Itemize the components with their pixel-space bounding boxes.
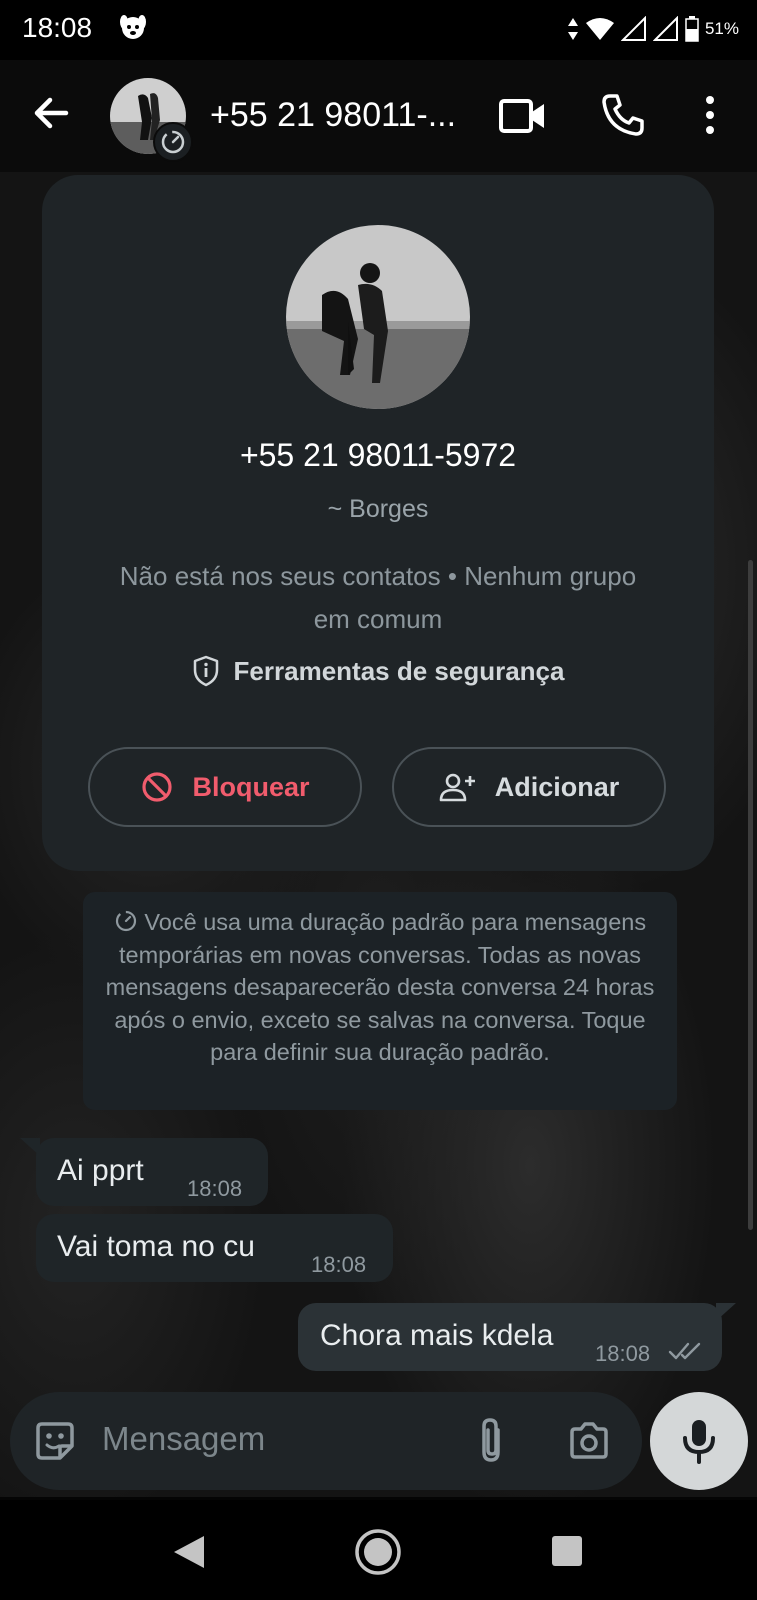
safety-tools-label: Ferramentas de segurança [233, 655, 565, 686]
message-text: Vai toma no cu [57, 1230, 255, 1263]
bubble-tail [20, 1138, 40, 1156]
add-label: Adicionar [494, 771, 620, 802]
microphone-icon [683, 1420, 715, 1464]
contact-profile-photo[interactable] [286, 225, 470, 409]
data-arrows-icon [567, 18, 578, 40]
message-bubble-incoming[interactable]: Vai toma no cu 18:08 [36, 1214, 393, 1282]
bubble-tail [716, 1303, 736, 1321]
notice-text: Você usa uma duração padrão para mensage… [105, 909, 655, 1065]
contact-phone-number: +55 21 98011-5972 [239, 437, 517, 473]
shield-info-icon [193, 655, 218, 687]
nav-back-icon[interactable] [172, 1534, 206, 1570]
status-icons: 51% [567, 14, 739, 44]
block-button[interactable]: Bloquear [88, 747, 362, 827]
battery-percent: 51% [704, 19, 739, 38]
puppy-notification-icon [120, 15, 146, 39]
disappearing-timer-icon [153, 122, 193, 162]
phone-call-icon[interactable] [600, 92, 646, 138]
battery-icon [685, 16, 699, 42]
status-time: 18:08 [22, 12, 93, 43]
nav-recents-icon[interactable] [551, 1535, 583, 1567]
signal-icon [652, 16, 678, 41]
message-text: Chora mais kdela [320, 1319, 554, 1352]
add-person-icon [439, 773, 475, 802]
message-composer: Mensagem [10, 1392, 642, 1490]
read-receipt-icon [668, 1342, 701, 1360]
camera-icon[interactable] [566, 1418, 612, 1464]
message-text: Ai pprt [57, 1154, 144, 1187]
message-bubble-incoming[interactable]: Ai pprt 18:08 [36, 1138, 268, 1206]
message-bubble-outgoing[interactable]: Chora mais kdela 18:08 [298, 1303, 722, 1371]
chat-title[interactable]: +55 21 98011-... [210, 96, 456, 135]
status-bar: 18:08 51% [0, 0, 757, 60]
scrollbar[interactable] [748, 560, 753, 1230]
attach-paperclip-icon[interactable] [472, 1416, 512, 1466]
contact-info-card: +55 21 98011-5972 ~ Borges Não está nos … [42, 175, 714, 871]
more-vert-icon[interactable] [696, 92, 724, 138]
message-input[interactable]: Mensagem [102, 1420, 265, 1458]
safety-tools-link[interactable]: Ferramentas de segurança [42, 655, 714, 687]
system-navigation-bar [0, 1500, 757, 1600]
signal-icon [620, 16, 646, 41]
voice-message-button[interactable] [650, 1392, 748, 1490]
message-time: 18:08 [187, 1176, 243, 1201]
chat-header: +55 21 98011-... [0, 60, 757, 172]
disappearing-timer-icon [115, 910, 136, 932]
back-arrow-icon[interactable] [28, 90, 74, 136]
block-label: Bloquear [192, 771, 310, 802]
wifi-icon [585, 18, 614, 40]
message-time: 18:08 [311, 1252, 367, 1277]
video-call-icon[interactable] [498, 96, 548, 136]
disappearing-messages-notice[interactable]: Você usa uma duração padrão para mensage… [83, 892, 677, 1110]
block-icon [142, 772, 173, 802]
contact-info-text: Não está nos seus contatos • Nenhum grup… [119, 561, 637, 634]
sticker-emoji-icon[interactable] [32, 1418, 78, 1464]
nav-home-icon[interactable] [354, 1528, 402, 1576]
contact-push-name: ~ Borges [327, 495, 429, 523]
add-contact-button[interactable]: Adicionar [392, 747, 666, 827]
message-time: 18:08 [595, 1341, 651, 1366]
